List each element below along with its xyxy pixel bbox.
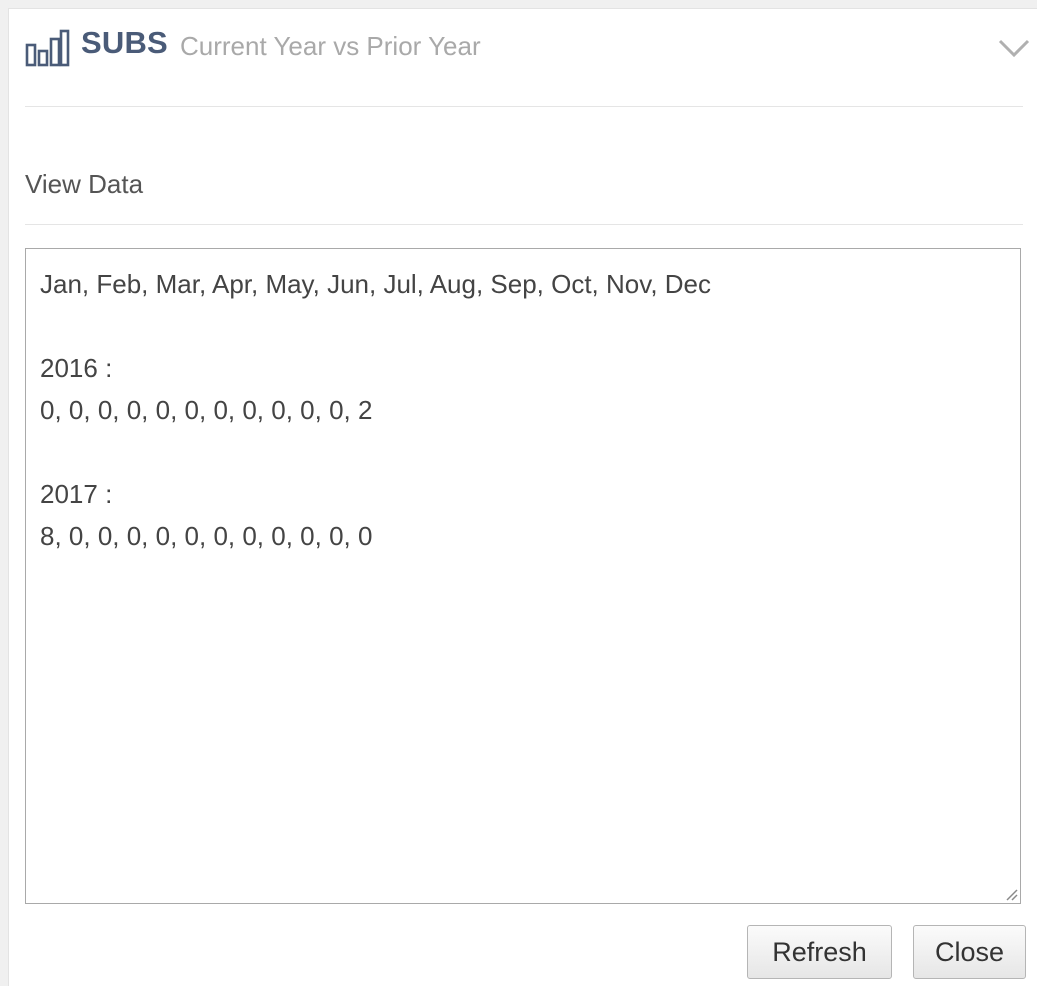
chart-data-panel: SUBS Current Year vs Prior Year View Dat… (8, 8, 1037, 986)
series-year-label: 2016 : (40, 353, 113, 383)
months-line: Jan, Feb, Mar, Apr, May, Jun, Jul, Aug, … (40, 269, 711, 299)
chevron-down-icon[interactable] (997, 31, 1031, 65)
series-year-label: 2017 : (40, 479, 113, 509)
panel-title: SUBS (81, 25, 168, 60)
resize-grip-icon[interactable] (1004, 887, 1018, 901)
page: SUBS Current Year vs Prior Year View Dat… (0, 0, 1037, 986)
data-textarea[interactable]: Jan, Feb, Mar, Apr, May, Jun, Jul, Aug, … (25, 248, 1021, 904)
bar-chart-icon (25, 29, 70, 67)
series-values-line: 0, 0, 0, 0, 0, 0, 0, 0, 0, 0, 0, 2 (40, 395, 373, 425)
panel-header: SUBS Current Year vs Prior Year (25, 9, 1030, 107)
series-values-line: 8, 0, 0, 0, 0, 0, 0, 0, 0, 0, 0, 0 (40, 521, 373, 551)
panel-subtitle: Current Year vs Prior Year (180, 31, 481, 61)
section-divider (25, 224, 1023, 225)
view-data-label: View Data (25, 169, 144, 199)
refresh-button[interactable]: Refresh (747, 925, 892, 979)
close-button[interactable]: Close (913, 925, 1026, 979)
